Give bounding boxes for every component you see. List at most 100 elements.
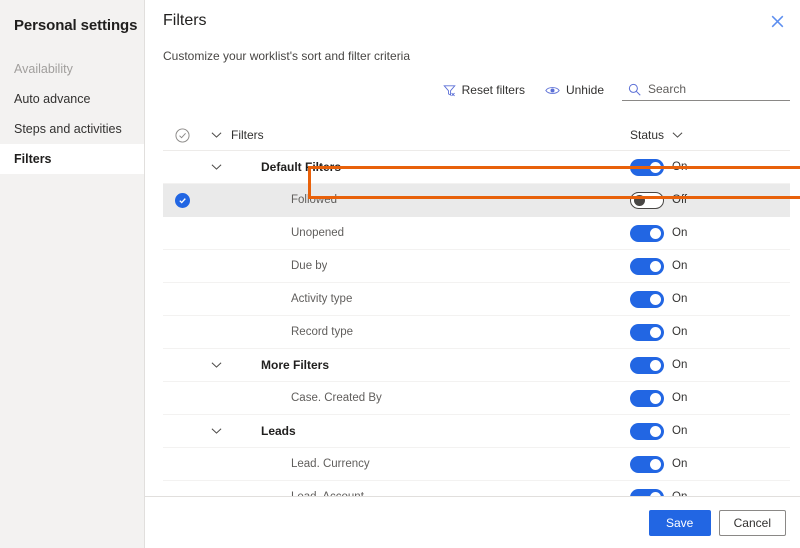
table-header-row: Filters Status: [163, 120, 790, 151]
row-label: Record type: [291, 326, 354, 338]
status-label: On: [672, 326, 688, 338]
row-label: More Filters: [261, 358, 330, 372]
status-label: On: [672, 425, 688, 437]
command-bar: Reset filters Unhide: [145, 74, 800, 106]
row-name-cell: Unopened: [231, 227, 630, 239]
table-row[interactable]: Unopened On: [163, 217, 790, 250]
page-title: Filters: [163, 12, 207, 29]
row-checkbox[interactable]: [163, 192, 201, 208]
status-label: On: [672, 161, 688, 173]
personal-settings-dialog: Personal settings Availability Auto adva…: [0, 0, 800, 548]
row-label: Leads: [261, 424, 296, 438]
reset-filters-button[interactable]: Reset filters: [433, 79, 535, 101]
sidebar-item-label: Auto advance: [14, 92, 91, 106]
table-row[interactable]: Record type On: [163, 316, 790, 349]
row-status-cell: Off: [630, 191, 790, 209]
search-icon: [628, 83, 641, 96]
table-row[interactable]: Activity type On: [163, 283, 790, 316]
column-header-status[interactable]: Status: [630, 128, 790, 142]
table-row[interactable]: Case. Created By On: [163, 382, 790, 415]
status-label: On: [672, 392, 688, 404]
row-status-cell: On: [630, 389, 790, 407]
row-status-cell: On: [630, 224, 790, 242]
save-button[interactable]: Save: [648, 509, 711, 536]
row-name-cell: Due by: [231, 260, 630, 272]
status-toggle[interactable]: [630, 290, 664, 308]
dialog-footer: Save Cancel: [145, 496, 800, 548]
status-toggle[interactable]: [630, 257, 664, 275]
search-box[interactable]: [622, 79, 790, 101]
search-input[interactable]: [648, 82, 786, 96]
toggle-knob: [650, 425, 661, 437]
sidebar-item-availability[interactable]: Availability: [0, 54, 144, 84]
panel-subtitle: Customize your worklist's sort and filte…: [163, 49, 411, 63]
row-label: Unopened: [291, 227, 345, 239]
sidebar: Personal settings Availability Auto adva…: [0, 0, 145, 548]
cancel-button[interactable]: Cancel: [718, 509, 786, 536]
toggle-knob: [650, 392, 661, 404]
row-name-cell: Record type: [231, 326, 630, 338]
sidebar-item-auto-advance[interactable]: Auto advance: [0, 84, 144, 114]
panel-header: Filters Customize your worklist's sort a…: [145, 0, 800, 64]
row-expand-toggle[interactable]: [201, 427, 231, 435]
table-row[interactable]: Lead. Currency On: [163, 448, 790, 481]
sidebar-item-filters[interactable]: Filters: [0, 144, 144, 174]
row-name-cell: Case. Created By: [231, 392, 630, 404]
sidebar-nav: Availability Auto advance Steps and acti…: [0, 54, 144, 174]
status-toggle[interactable]: [630, 389, 664, 407]
close-button[interactable]: [764, 8, 790, 34]
status-toggle[interactable]: [630, 356, 664, 374]
row-status-cell: On: [630, 455, 790, 473]
status-label: On: [672, 458, 688, 470]
status-toggle[interactable]: [630, 455, 664, 473]
row-label: Case. Created By: [291, 392, 382, 404]
table-row[interactable]: Due by On: [163, 250, 790, 283]
chevron-down-icon: [211, 163, 222, 171]
row-expand-toggle[interactable]: [201, 163, 231, 171]
status-toggle[interactable]: [630, 191, 664, 209]
row-status-cell: On: [630, 323, 790, 341]
table-row[interactable]: Leads On: [163, 415, 790, 448]
sidebar-item-steps-and-activities[interactable]: Steps and activities: [0, 114, 144, 144]
filters-panel: Filters Customize your worklist's sort a…: [145, 0, 800, 548]
table-row[interactable]: Default Filters On: [163, 151, 790, 184]
status-label: On: [672, 227, 688, 239]
row-label: Lead. Currency: [291, 458, 370, 470]
toggle-knob: [650, 458, 661, 470]
row-name-cell: Leads: [231, 424, 630, 438]
sidebar-item-label: Steps and activities: [14, 122, 122, 136]
eye-icon: [545, 84, 560, 97]
filters-table: Filters Status Default Filters On Followed…: [163, 120, 790, 514]
status-label: On: [672, 260, 688, 272]
unhide-label: Unhide: [565, 83, 604, 97]
row-status-cell: On: [630, 290, 790, 308]
column-header-filters[interactable]: Filters: [231, 128, 630, 142]
row-status-cell: On: [630, 356, 790, 374]
filters-table-body: Default Filters On Followed Off Unopened On Du…: [163, 151, 790, 514]
row-status-cell: On: [630, 158, 790, 176]
row-label: Followed: [291, 194, 338, 206]
funnel-reset-icon: [442, 84, 456, 97]
checkmark-icon: [174, 192, 190, 208]
close-icon: [771, 15, 784, 28]
chevron-down-icon: [211, 427, 222, 435]
row-name-cell: Activity type: [231, 293, 630, 305]
table-row[interactable]: Followed Off: [163, 184, 790, 217]
row-status-cell: On: [630, 257, 790, 275]
circle-check-icon: [174, 127, 190, 143]
row-label: Default Filters: [261, 160, 342, 174]
select-all-cell[interactable]: [163, 127, 201, 143]
table-row[interactable]: More Filters On: [163, 349, 790, 382]
sidebar-item-label: Filters: [14, 152, 52, 166]
row-expand-toggle[interactable]: [201, 361, 231, 369]
status-toggle[interactable]: [630, 323, 664, 341]
status-toggle[interactable]: [630, 224, 664, 242]
status-toggle[interactable]: [630, 422, 664, 440]
unhide-button[interactable]: Unhide: [535, 79, 614, 101]
column-header-filters-label: Filters: [231, 128, 264, 142]
row-status-cell: On: [630, 422, 790, 440]
status-toggle[interactable]: [630, 158, 664, 176]
toggle-knob: [650, 359, 661, 371]
expand-all-cell[interactable]: [201, 131, 231, 139]
toggle-knob: [650, 161, 661, 173]
